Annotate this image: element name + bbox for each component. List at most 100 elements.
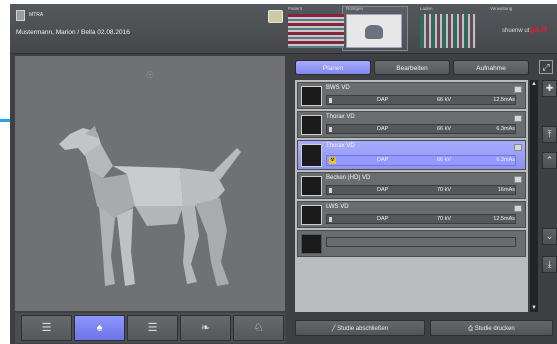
anatomy-panel: ☉ xyxy=(15,56,285,311)
exam-params: DAP 70 kV 12.5mAs xyxy=(326,214,516,224)
module-tab-label: Patient xyxy=(288,6,303,11)
exam-kv: 66 kV xyxy=(437,126,452,132)
exam-dap: DAP xyxy=(377,97,389,103)
exam-params: DAP 70 kV 16mAs xyxy=(326,185,516,195)
exam-checkbox[interactable] xyxy=(514,205,522,212)
exam-title: BWS VD xyxy=(326,85,350,91)
exam-thumbnail xyxy=(301,205,322,225)
exam-thumbnail xyxy=(301,176,322,196)
exam-marker xyxy=(329,188,332,193)
finish-study-label: Studie abschließen xyxy=(337,326,389,332)
user-icon[interactable] xyxy=(16,10,25,21)
exam-item[interactable]: LWS VD DAP 70 kV 12.5mAs xyxy=(297,201,526,228)
animal-species-icon[interactable] xyxy=(268,10,283,23)
view-head-button[interactable]: ❧ xyxy=(180,315,231,341)
move-down-icon[interactable]: ⌄ xyxy=(542,228,557,245)
exam-item[interactable]: Becken (HD) VD DAP 70 kV 16mAs xyxy=(297,172,526,199)
exam-kv: 70 kV xyxy=(437,187,452,193)
logo-brand: gä.R xyxy=(530,25,548,34)
exam-params: DAP 66 kV 12.5mAs xyxy=(326,95,516,105)
view-selector-bar: ☰ ♠ ☰ ❧ ♘ xyxy=(15,313,285,343)
module-tab-laden[interactable]: Laden xyxy=(418,6,480,50)
move-up-icon[interactable]: ⌃ xyxy=(542,152,557,169)
load-thumbnail xyxy=(420,14,476,48)
print-study-button[interactable]: ⎙ Studie drucken xyxy=(430,320,553,336)
exam-dap: DAP xyxy=(377,187,389,193)
region-abdomen[interactable] xyxy=(135,206,183,226)
exam-title: Thorax VD xyxy=(326,114,355,120)
module-tab-patient[interactable]: Patient xyxy=(286,6,348,50)
dog-anatomy-diagram xyxy=(59,126,241,286)
print-study-label: Studie drucken xyxy=(474,326,515,332)
view-lateral-left-button[interactable]: ☰ xyxy=(21,315,72,341)
tab-planen[interactable]: Planen xyxy=(295,60,371,75)
exam-thumbnail xyxy=(301,115,322,135)
move-to-bottom-icon[interactable]: ⤓ xyxy=(542,256,557,273)
tab-bearbeiten[interactable]: Bearbeiten xyxy=(374,60,450,75)
scroll-down-icon[interactable]: ▼ xyxy=(530,304,538,312)
exam-list: BWS VD DAP 66 kV 12.5mAs Thorax VD DAP 6… xyxy=(295,80,528,312)
exam-dap: DAP xyxy=(377,216,389,222)
module-tab-roentgen[interactable]: Röntgen xyxy=(344,6,406,50)
fullscreen-icon[interactable]: ⤢ xyxy=(539,60,553,74)
exam-kv: 66 kV xyxy=(437,97,452,103)
exam-list-scrollbar[interactable]: ▲ ▼ xyxy=(530,80,538,312)
xray-thumbnail xyxy=(346,14,402,48)
exam-params xyxy=(326,237,516,247)
exam-checkbox[interactable] xyxy=(514,115,522,122)
exam-dap: DAP xyxy=(377,126,389,132)
region-hind-leg-right[interactable] xyxy=(195,198,229,286)
region-front-leg-left[interactable] xyxy=(99,206,115,286)
exam-params: ☢ DAP 66 kV 6.3mAs xyxy=(326,155,516,166)
region-hind-leg-left[interactable] xyxy=(181,206,199,284)
exam-thumbnail xyxy=(301,234,322,254)
radiation-icon: ☢ xyxy=(329,157,336,164)
exam-item-selected[interactable]: Thorax VD ☢ DAP 66 kV 6.3mAs xyxy=(297,140,526,170)
exam-title: Becken (HD) VD xyxy=(326,175,371,181)
exam-thumbnail xyxy=(301,144,322,167)
exam-thumbnail xyxy=(301,86,322,106)
exam-title: LWS VD xyxy=(326,204,349,210)
patient-thumbnail xyxy=(288,14,344,48)
module-tab-verwaltung[interactable]: Verwaltung shuenw ut gä.R xyxy=(488,6,550,50)
exam-item-empty[interactable] xyxy=(297,230,526,257)
exam-mas: 12.5mAs xyxy=(493,216,515,222)
exam-mas: 12.5mAs xyxy=(493,97,515,103)
exam-title: Thorax VD xyxy=(326,143,355,149)
app-window: MTRA Mustermann, Marion / Bella 02.08.20… xyxy=(10,4,557,344)
exam-item[interactable]: BWS VD DAP 66 kV 12.5mAs xyxy=(297,82,526,109)
exam-marker xyxy=(329,98,332,103)
move-to-top-icon[interactable]: ⤒ xyxy=(542,126,557,143)
exam-kv: 66 kV xyxy=(437,157,452,163)
scroll-up-icon[interactable]: ▲ xyxy=(530,80,538,88)
region-tail[interactable] xyxy=(213,148,241,180)
logo-text: shuenw ut xyxy=(502,28,530,34)
exam-mas: 6.3mAs xyxy=(496,126,515,132)
exam-checkbox[interactable] xyxy=(514,144,522,151)
module-tab-label: Verwaltung xyxy=(490,6,513,11)
view-pelvis-button[interactable]: ♘ xyxy=(233,315,284,341)
exam-checkbox[interactable] xyxy=(514,86,522,93)
view-dorsal-button[interactable]: ♠ xyxy=(74,315,125,341)
exam-marker xyxy=(329,217,332,222)
exam-mas: 6.3mAs xyxy=(496,157,515,163)
finish-study-button[interactable]: ╱ Studie abschließen xyxy=(295,320,425,336)
exam-checkbox[interactable] xyxy=(514,176,522,183)
exam-item[interactable]: Thorax VD DAP 66 kV 6.3mAs xyxy=(297,111,526,138)
patient-info: Mustermann, Marion / Bella 02.08.2016 xyxy=(16,29,130,36)
view-lateral-right-button[interactable]: ☰ xyxy=(127,315,178,341)
exam-params: DAP 66 kV 6.3mAs xyxy=(326,124,516,134)
region-front-leg-right[interactable] xyxy=(117,208,135,286)
side-indicator xyxy=(0,119,10,122)
exam-mas: 16mAs xyxy=(497,187,515,193)
header: MTRA Mustermann, Marion / Bella 02.08.20… xyxy=(10,4,557,54)
exam-panel: Planen Bearbeiten Aufnahme ⤢ BWS VD DAP … xyxy=(288,56,557,344)
module-tab-label: Laden xyxy=(420,6,433,11)
exam-marker xyxy=(329,127,332,132)
tab-aufnahme[interactable]: Aufnahme xyxy=(453,60,529,75)
module-tab-label: Röntgen xyxy=(346,6,364,11)
user-role: MTRA xyxy=(29,12,44,18)
brand-logo: shuenw ut gä.R xyxy=(490,14,548,48)
add-exam-icon[interactable]: ✚ xyxy=(542,80,557,97)
exam-dap: DAP xyxy=(377,157,389,163)
